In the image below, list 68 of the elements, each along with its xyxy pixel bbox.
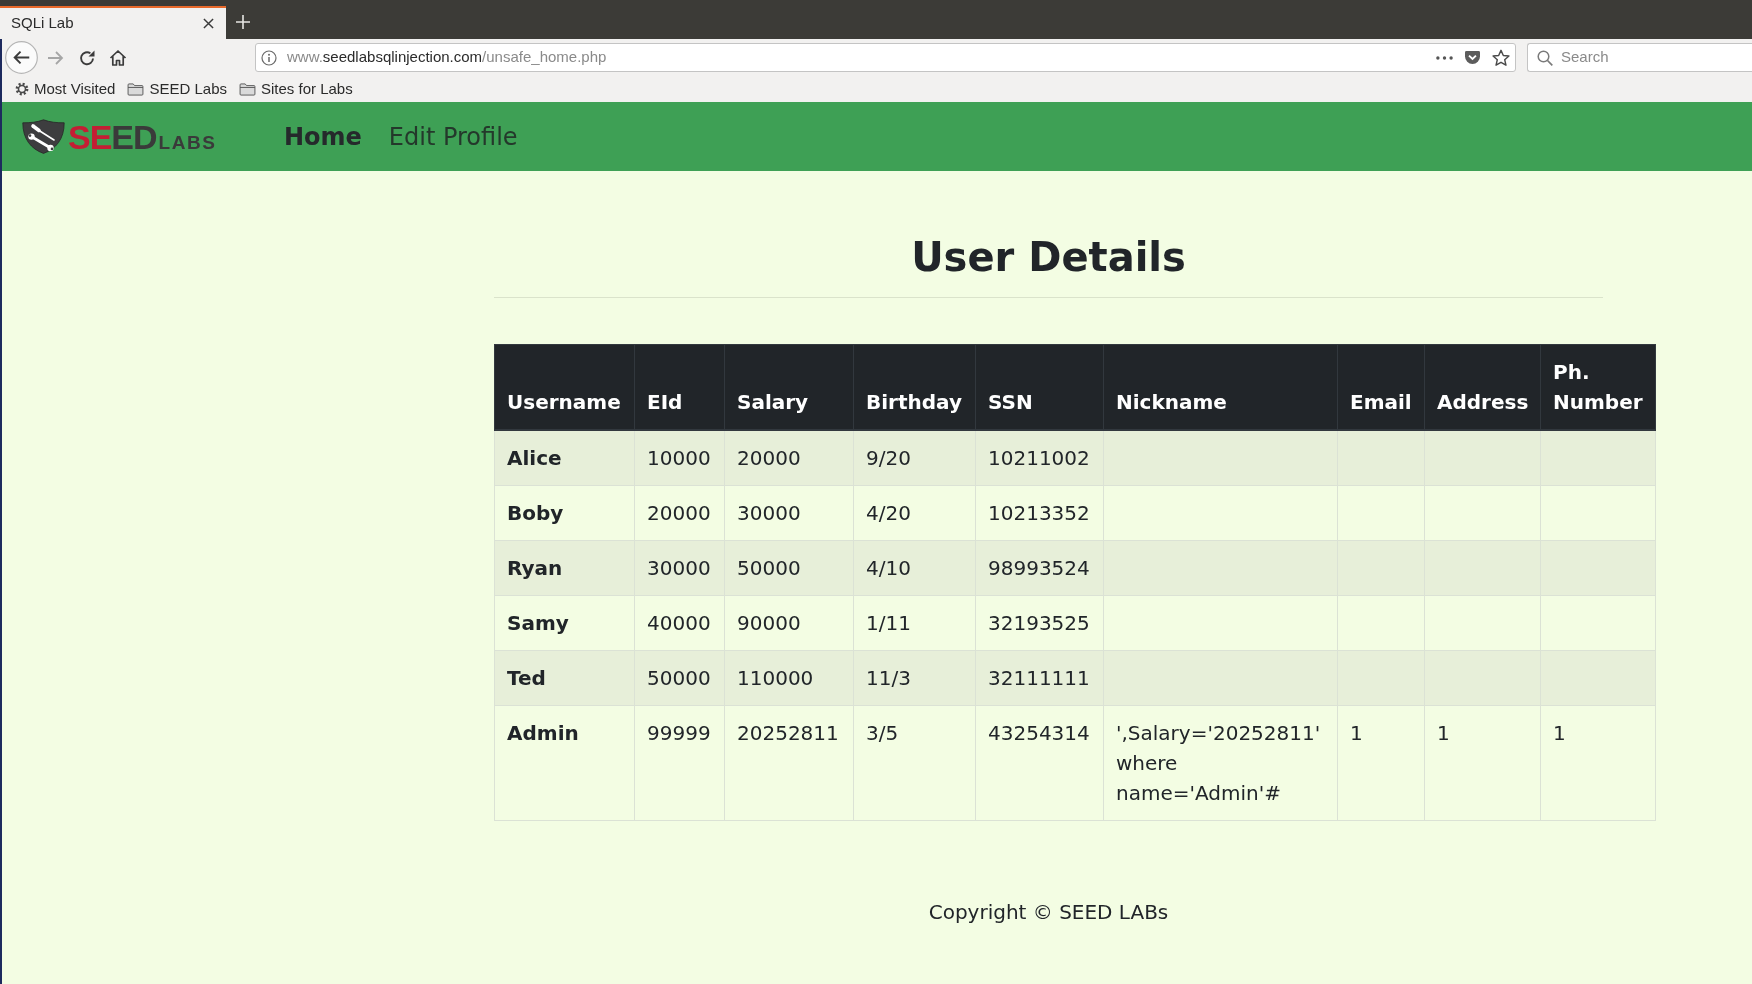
plus-icon[interactable] [236, 15, 250, 29]
bookmark-item[interactable]: Sites for Labs [239, 77, 353, 101]
column-header: Birthday [853, 344, 976, 430]
table-cell: 90000 [724, 595, 854, 651]
folder-icon [239, 82, 256, 96]
table-cell: 20252811 [724, 705, 854, 821]
column-header: Email [1337, 344, 1425, 430]
column-header: SSN [975, 344, 1104, 430]
table-cell: 10211002 [975, 430, 1104, 486]
table-cell: 10000 [634, 430, 725, 486]
table-cell: 1/11 [853, 595, 976, 651]
table-cell: 3/5 [853, 705, 976, 821]
search-field[interactable]: Search [1527, 43, 1752, 72]
more-icon[interactable] [1436, 55, 1453, 60]
table-cell: 1 [1424, 705, 1541, 821]
column-header: Salary [724, 344, 854, 430]
star-icon[interactable] [1492, 48, 1510, 67]
table-cell: 10213352 [975, 485, 1104, 541]
table-cell: 32193525 [975, 595, 1104, 651]
table-cell: 30000 [634, 540, 725, 596]
nav-link[interactable]: Home [284, 118, 362, 155]
reload-icon[interactable] [78, 48, 96, 67]
gear-icon [15, 82, 29, 96]
table-cell: Boby [494, 485, 635, 541]
column-header: Ph. Number [1540, 344, 1656, 430]
table-cell: 20000 [634, 485, 725, 541]
column-header: Nickname [1103, 344, 1338, 430]
table-cell: 1 [1540, 705, 1656, 821]
table-cell: 99999 [634, 705, 725, 821]
search-icon [1537, 49, 1553, 66]
table-cell: Ryan [494, 540, 635, 596]
table-cell: ',Salary='20252811' where name='Admin'# [1103, 705, 1338, 821]
table-cell: Samy [494, 595, 635, 651]
column-header: Address [1424, 344, 1541, 430]
table-cell: 4/10 [853, 540, 976, 596]
info-icon[interactable] [261, 49, 277, 66]
copyright-text: Copyright © SEED LABs [928, 899, 1169, 926]
table-cell: 50000 [634, 650, 725, 706]
table-cell: 9/20 [853, 430, 976, 486]
table-cell: 4/20 [853, 485, 976, 541]
table-cell: 50000 [724, 540, 854, 596]
table-cell: Admin [494, 705, 635, 821]
chevron-badge-icon[interactable] [1464, 50, 1481, 65]
table-cell: 110000 [724, 650, 854, 706]
table-cell: 30000 [724, 485, 854, 541]
column-header: Username [494, 344, 635, 430]
table-cell: Ted [494, 650, 635, 706]
table-cell: Alice [494, 430, 635, 486]
table-cell: 43254314 [975, 705, 1104, 821]
home-icon[interactable] [109, 48, 127, 67]
browser-tab[interactable]: SQLi Lab [0, 6, 226, 39]
table-cell: 98993524 [975, 540, 1104, 596]
table-cell: 40000 [634, 595, 725, 651]
table-cell: 1 [1337, 705, 1425, 821]
back-icon[interactable] [5, 41, 38, 74]
logo-text: SEEDLABS [68, 119, 217, 154]
table-cell: 11/3 [853, 650, 976, 706]
nav-link[interactable]: Edit Profile [388, 118, 518, 155]
close-icon[interactable] [203, 18, 214, 29]
bookmark-item[interactable]: Most Visited [15, 77, 116, 101]
table-cell: 32111111 [975, 650, 1104, 706]
address-field[interactable]: www.seedlabsqlinjection.com/unsafe_home.php [255, 43, 1516, 72]
shield-tools-icon [22, 119, 65, 154]
page-title: User Details [911, 233, 1186, 281]
bookmark-item[interactable]: SEED Labs [127, 77, 227, 101]
folder-icon [127, 82, 145, 96]
column-header: EId [634, 344, 725, 430]
table-cell: 20000 [724, 430, 854, 486]
